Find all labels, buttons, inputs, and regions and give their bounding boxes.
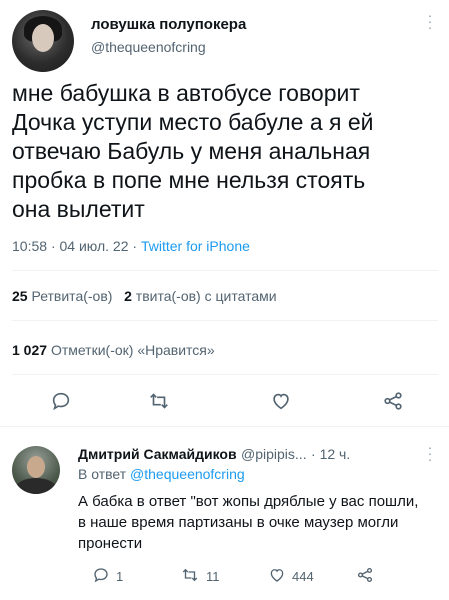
- heart-icon[interactable]: [268, 389, 294, 413]
- quotes-label: твита(-ов) с цитатами: [135, 288, 277, 304]
- share-icon[interactable]: [380, 389, 406, 413]
- reply-author-avatar[interactable]: [12, 446, 60, 494]
- author-handle[interactable]: @thequeenofcring: [91, 39, 206, 55]
- reply-author-name[interactable]: Дмитрий Сакмайдиков: [78, 446, 237, 462]
- author-display-name[interactable]: ловушка полупокера: [91, 16, 246, 33]
- quotes-count: 2: [124, 288, 132, 304]
- ellipsis-vertical-icon[interactable]: · · ·: [424, 440, 436, 466]
- replying-to-handle[interactable]: @thequeenofcring: [130, 466, 245, 482]
- tweet-date[interactable]: 04 июл. 22: [60, 238, 129, 254]
- divider: [12, 320, 438, 321]
- ellipsis-vertical-icon[interactable]: · · ·: [424, 8, 436, 34]
- tweet-text: мне бабушка в автобусе говорит Дочка уст…: [12, 80, 374, 222]
- retweet-stats[interactable]: 25 Ретвита(-ов) 2 твита(-ов) с цитатами: [12, 288, 277, 304]
- heart-icon: [268, 566, 286, 587]
- reply-share-action[interactable]: [356, 566, 374, 587]
- tweet-source[interactable]: Twitter for iPhone: [141, 238, 250, 254]
- retweets-count: 25: [12, 288, 28, 304]
- divider: [12, 270, 438, 271]
- like-count: 444: [292, 569, 314, 584]
- tweet-time[interactable]: 10:58: [12, 238, 47, 254]
- reply-retweet-action[interactable]: 11: [180, 566, 220, 587]
- replying-prefix: В ответ: [78, 466, 127, 482]
- reply-like-action[interactable]: 444: [268, 566, 314, 587]
- likes-label: Отметки(-ок) «Нравится»: [50, 342, 215, 358]
- author-avatar[interactable]: [12, 10, 74, 72]
- reply-time[interactable]: · 12 ч.: [311, 446, 350, 462]
- reply-author-handle[interactable]: @pipipis...: [241, 446, 307, 462]
- retweet-icon: [180, 566, 200, 587]
- likes-stats[interactable]: 1 027 Отметки(-ок) «Нравится»: [12, 342, 215, 358]
- reply-icon: [92, 566, 110, 587]
- replying-to: В ответ @thequeenofcring: [78, 466, 245, 482]
- likes-count: 1 027: [12, 342, 48, 358]
- divider: [12, 374, 438, 375]
- retweet-count: 11: [206, 569, 220, 584]
- reply-reply-action[interactable]: 1: [92, 566, 123, 587]
- share-icon: [356, 566, 374, 587]
- reply-text: А бабка в ответ "вот жопы дряблые у вас …: [78, 493, 419, 552]
- tweet-meta: 10:58 · 04 июл. 22 · Twitter for iPhone: [12, 238, 250, 254]
- divider: [0, 426, 449, 427]
- reply-header: Дмитрий Сакмайдиков @pipipis... · 12 ч.: [78, 446, 440, 464]
- retweets-label: Ретвита(-ов): [31, 288, 113, 304]
- reply-count: 1: [116, 569, 124, 584]
- reply-icon[interactable]: [48, 389, 74, 413]
- retweet-icon[interactable]: [146, 389, 172, 413]
